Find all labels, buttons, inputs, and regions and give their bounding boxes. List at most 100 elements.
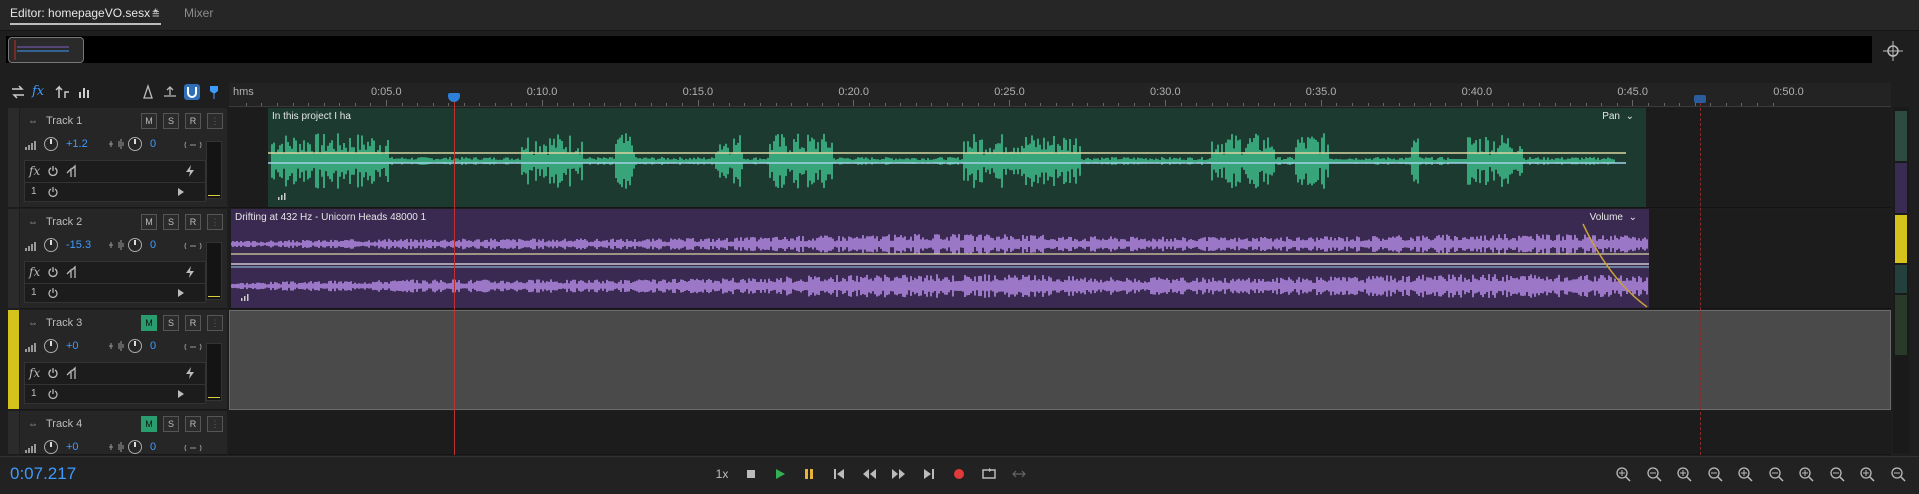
volume-value[interactable]: +0	[66, 340, 79, 352]
sum-to-mono-icon[interactable]	[184, 442, 202, 454]
zoom-in-amplitude-icon[interactable]	[1613, 465, 1633, 483]
input-monitor-button[interactable]: ⋮	[207, 113, 223, 129]
track-color-strip[interactable]	[8, 108, 19, 207]
volume-knob[interactable]	[44, 339, 58, 353]
pan-value[interactable]: 0	[150, 239, 156, 251]
zoom-out-full-icon[interactable]	[1735, 465, 1755, 483]
mute-button[interactable]: M	[141, 315, 157, 331]
zoom-navigator-icon[interactable]	[1882, 40, 1904, 62]
track-header[interactable]: ⇔ Track 1 M S R ⋮ +1.2 0 fx 1	[20, 108, 227, 208]
record-arm-button[interactable]: R	[185, 214, 201, 230]
volume-value[interactable]: +1.2	[66, 138, 88, 150]
track-color-strip[interactable]	[8, 209, 19, 308]
chevron-down-icon[interactable]: ⌄	[1626, 111, 1634, 122]
drag-handle-icon[interactable]: ⇔	[28, 419, 38, 430]
snap-icon[interactable]	[184, 84, 200, 100]
skip-to-start-icon[interactable]	[830, 465, 848, 483]
marker-icon[interactable]	[206, 84, 222, 100]
audio-clip[interactable]: Drifting at 432 Hz - Unicorn Heads 48000…	[231, 209, 1649, 308]
mute-button[interactable]: M	[141, 416, 157, 432]
loop-icon[interactable]	[980, 465, 998, 483]
power-icon[interactable]	[47, 388, 59, 400]
lightning-icon[interactable]	[183, 366, 197, 380]
zoom-in-left-icon[interactable]	[1766, 465, 1786, 483]
pre-fader-icon[interactable]	[65, 164, 81, 178]
volume-knob[interactable]	[44, 238, 58, 252]
record-arm-button[interactable]: R	[185, 315, 201, 331]
track-lane[interactable]	[229, 411, 1891, 455]
track-color-strip[interactable]	[8, 411, 19, 454]
pause-icon[interactable]	[800, 465, 818, 483]
pan-knob[interactable]	[128, 137, 142, 151]
envelope-selector[interactable]: Volume	[1590, 212, 1623, 223]
swap-icon[interactable]	[10, 84, 26, 100]
skip-to-end-icon[interactable]	[920, 465, 938, 483]
eq-bars-icon[interactable]	[76, 84, 92, 100]
zoom-out-time-icon[interactable]	[1705, 465, 1725, 483]
zoom-out-amplitude-icon[interactable]	[1644, 465, 1664, 483]
track-name[interactable]: Track 3	[46, 317, 82, 329]
current-time-display[interactable]: 0:07.217	[10, 464, 76, 484]
mute-button[interactable]: M	[141, 214, 157, 230]
power-icon[interactable]	[47, 287, 59, 299]
overview-viewport-handle[interactable]	[8, 37, 84, 63]
zoom-in-time-icon[interactable]	[1674, 465, 1694, 483]
zoom-fit-icon[interactable]	[1888, 465, 1908, 483]
fast-forward-icon[interactable]	[890, 465, 908, 483]
mute-button[interactable]: M	[141, 113, 157, 129]
track-color-strip[interactable]	[8, 310, 19, 409]
record-arm-button[interactable]: R	[185, 416, 201, 432]
power-icon[interactable]	[47, 266, 59, 278]
input-monitor-button[interactable]: ⋮	[207, 214, 223, 230]
volume-value[interactable]: -15.3	[66, 239, 91, 251]
power-icon[interactable]	[47, 165, 59, 177]
pan-knob[interactable]	[128, 440, 142, 454]
panel-menu-icon[interactable]: ≡	[152, 6, 160, 21]
envelope-selector[interactable]: Pan	[1602, 111, 1620, 122]
play-arrow-icon[interactable]	[177, 289, 185, 297]
record-arm-button[interactable]: R	[185, 113, 201, 129]
track-name[interactable]: Track 2	[46, 216, 82, 228]
track-header[interactable]: ⇔ Track 4 M S R ⋮ +0 0	[20, 411, 227, 455]
drag-handle-icon[interactable]: ⇔	[28, 217, 38, 228]
volume-value[interactable]: +0	[66, 441, 79, 453]
sum-to-mono-icon[interactable]	[184, 139, 202, 151]
audio-clip[interactable]: In this project I ha Pan ⌄	[268, 108, 1646, 207]
solo-button[interactable]: S	[163, 315, 179, 331]
track-header[interactable]: ⇔ Track 2 M S R ⋮ -15.3 0 fx 1	[20, 209, 227, 309]
track-header[interactable]: ⇔ Track 3 M S R ⋮ +0 0 fx 1	[20, 310, 227, 410]
power-icon[interactable]	[47, 186, 59, 198]
drag-handle-icon[interactable]: ⇔	[28, 116, 38, 127]
sum-to-mono-icon[interactable]	[184, 341, 202, 353]
track-lane[interactable]	[229, 310, 1891, 410]
fx-icon[interactable]: fx	[29, 366, 40, 380]
play-arrow-icon[interactable]	[177, 390, 185, 398]
pan-knob[interactable]	[128, 339, 142, 353]
input-monitor-button[interactable]: ⋮	[207, 416, 223, 432]
solo-button[interactable]: S	[163, 113, 179, 129]
play-icon[interactable]	[771, 465, 789, 483]
zoom-to-tracks-icon[interactable]	[1857, 465, 1877, 483]
playback-speed[interactable]: 1x	[712, 465, 732, 483]
pan-knob[interactable]	[128, 238, 142, 252]
record-icon[interactable]	[950, 465, 968, 483]
pan-value[interactable]: 0	[150, 138, 156, 150]
sum-to-mono-icon[interactable]	[184, 240, 202, 252]
lightning-icon[interactable]	[183, 164, 197, 178]
upload-icon[interactable]	[162, 84, 178, 100]
solo-button[interactable]: S	[163, 416, 179, 432]
fx-icon[interactable]: fx	[29, 164, 40, 178]
track-name[interactable]: Track 4	[46, 418, 82, 430]
fx-toggle-icon[interactable]: fx	[32, 84, 48, 100]
tab-editor[interactable]: Editor: homepageVO.sesx *	[10, 6, 158, 20]
pre-fader-icon[interactable]	[65, 265, 81, 279]
stop-icon[interactable]	[742, 465, 760, 483]
zoom-in-right-icon[interactable]	[1796, 465, 1816, 483]
lightning-icon[interactable]	[183, 265, 197, 279]
marker-handle[interactable]	[1694, 95, 1706, 103]
rewind-icon[interactable]	[860, 465, 878, 483]
zoom-selection-icon[interactable]	[1827, 465, 1847, 483]
volume-knob[interactable]	[44, 440, 58, 454]
volume-knob[interactable]	[44, 137, 58, 151]
pre-fader-icon[interactable]	[65, 366, 81, 380]
